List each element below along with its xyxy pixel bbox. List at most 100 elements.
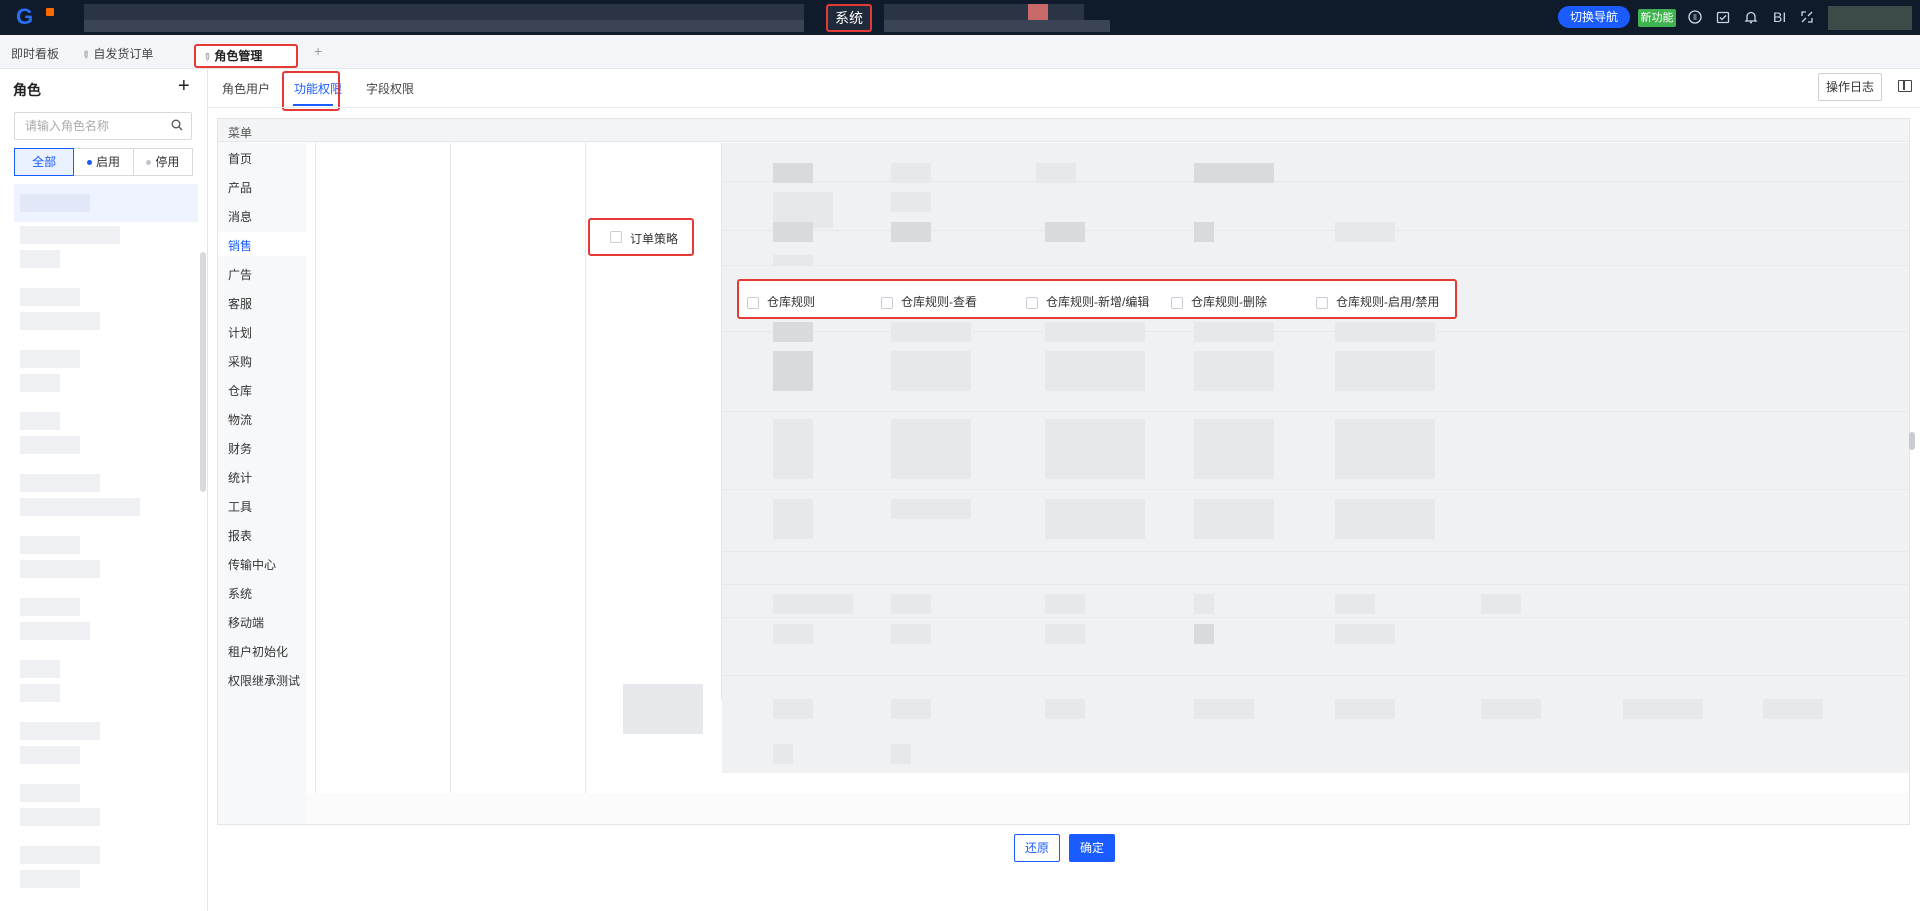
- menu-item[interactable]: 广告: [228, 266, 252, 283]
- add-tab-button[interactable]: +: [314, 43, 322, 59]
- warehouse-rules-edit-item[interactable]: 仓库规则-新增/编辑: [1026, 293, 1149, 310]
- fullscreen-icon[interactable]: [1799, 10, 1815, 26]
- warehouse-rules-edit-label: 仓库规则-新增/编辑: [1046, 295, 1150, 309]
- warehouse-rules-item[interactable]: 仓库规则: [747, 293, 815, 310]
- role-list-item[interactable]: [20, 250, 60, 268]
- checkbox[interactable]: [1026, 296, 1038, 309]
- permission-panel: 菜单 首页 产品 消息 销售 广告 客服 计划 采购 仓库 物流 财务 统计 工…: [217, 118, 1915, 825]
- warehouse-rules-toggle-item[interactable]: 仓库规则-启用/禁用: [1316, 293, 1439, 310]
- checkbox[interactable]: [1316, 296, 1328, 309]
- menu-item[interactable]: 首页: [228, 150, 252, 167]
- warehouse-rules-delete-item[interactable]: 仓库规则-删除: [1171, 293, 1267, 310]
- calendar-check-icon[interactable]: [1715, 10, 1731, 26]
- tab-field-permissions[interactable]: 字段权限: [366, 80, 414, 97]
- tab-role-users[interactable]: 角色用户: [222, 80, 270, 97]
- menu-item[interactable]: 物流: [228, 411, 252, 428]
- role-list-item[interactable]: [20, 660, 60, 678]
- menu-item[interactable]: 传输中心: [228, 556, 276, 573]
- role-list-item[interactable]: [20, 684, 60, 702]
- role-list-item[interactable]: [20, 374, 60, 392]
- row-divider: [722, 411, 1909, 412]
- role-list-item[interactable]: [20, 598, 80, 616]
- app-logo[interactable]: G: [16, 6, 58, 28]
- help-icon[interactable]: ll: [1687, 10, 1703, 26]
- page-tab-self-shipping[interactable]: ✎自发货订单: [78, 45, 153, 62]
- permission-scrollbar[interactable]: [1909, 432, 1915, 450]
- filter-enabled-button[interactable]: 启用: [73, 148, 134, 176]
- active-tab-underline: [293, 104, 333, 106]
- role-list-item[interactable]: [20, 746, 80, 764]
- filter-all-button[interactable]: 全部: [14, 148, 75, 176]
- order-strategy-permission[interactable]: 订单策略: [588, 218, 694, 256]
- warehouse-rules-view-item[interactable]: 仓库规则-查看: [881, 293, 977, 310]
- enabled-dot-icon: [86, 160, 92, 166]
- menu-item-active[interactable]: 销售: [228, 237, 252, 254]
- menu-item[interactable]: 财务: [228, 440, 252, 457]
- role-list-item[interactable]: [20, 784, 80, 802]
- obscured-cell: [891, 624, 931, 644]
- role-list-item[interactable]: [20, 350, 80, 368]
- role-list-item[interactable]: [20, 412, 60, 430]
- menu-item[interactable]: 租户初始化: [228, 643, 288, 660]
- role-list-item[interactable]: [20, 288, 80, 306]
- menu-item[interactable]: 采购: [228, 353, 252, 370]
- confirm-button[interactable]: 确定: [1069, 834, 1115, 862]
- role-list-item[interactable]: [20, 194, 90, 212]
- page-tab-role-management[interactable]: ✎角色管理: [194, 44, 298, 68]
- menu-item[interactable]: 客服: [228, 295, 252, 312]
- menu-item[interactable]: 移动端: [228, 614, 264, 631]
- obscured-cell: [1045, 499, 1145, 539]
- filter-disabled-button[interactable]: 停用: [132, 148, 193, 176]
- role-list-item[interactable]: [20, 808, 100, 826]
- role-list-item[interactable]: [20, 622, 90, 640]
- menu-item[interactable]: 统计: [228, 469, 252, 486]
- switch-nav-button[interactable]: 切换导航: [1558, 6, 1630, 28]
- menu-item[interactable]: 工具: [228, 498, 252, 515]
- role-search-input[interactable]: [15, 113, 165, 139]
- warehouse-rules-delete-label: 仓库规则-删除: [1191, 295, 1267, 309]
- checkbox[interactable]: [1171, 296, 1183, 309]
- top-nav-bar: G 系统 切换导航 新功能 ll BI: [0, 0, 1920, 35]
- row-divider: [722, 675, 1909, 676]
- role-list-item[interactable]: [20, 870, 80, 888]
- role-list-item[interactable]: [20, 536, 80, 554]
- checkbox[interactable]: [881, 296, 893, 309]
- nav-system-tab[interactable]: 系统: [826, 4, 872, 32]
- bell-icon[interactable]: [1743, 10, 1759, 26]
- role-list-item[interactable]: [20, 722, 100, 740]
- role-list-item[interactable]: [20, 436, 80, 454]
- bi-link[interactable]: BI: [1773, 9, 1786, 25]
- obscured-cell: [1045, 594, 1085, 614]
- new-feature-badge[interactable]: 新功能: [1638, 9, 1676, 27]
- menu-item[interactable]: 产品: [228, 179, 252, 196]
- menu-item[interactable]: 权限继承测试: [228, 672, 300, 689]
- operation-log-button[interactable]: 操作日志: [1818, 73, 1882, 101]
- search-icon[interactable]: [171, 119, 183, 131]
- role-list-item[interactable]: [20, 226, 120, 244]
- menu-item[interactable]: 报表: [228, 527, 252, 544]
- obscured-cell: [1335, 594, 1375, 614]
- obscured-cell: [1194, 163, 1274, 183]
- menu-item[interactable]: 系统: [228, 585, 252, 602]
- role-list-item[interactable]: [20, 846, 100, 864]
- menu-item[interactable]: 仓库: [228, 382, 252, 399]
- reset-button[interactable]: 还原: [1014, 834, 1060, 862]
- menu-item[interactable]: 消息: [228, 208, 252, 225]
- role-list-item[interactable]: [20, 498, 140, 516]
- menu-item[interactable]: 计划: [228, 324, 252, 341]
- page-tab-dashboard[interactable]: 即时看板: [11, 45, 59, 62]
- obscured-cell: [623, 684, 703, 734]
- user-avatar[interactable]: [1828, 6, 1912, 30]
- layout-toggle-icon[interactable]: [1898, 80, 1912, 92]
- add-role-button[interactable]: +: [178, 75, 190, 98]
- row-divider: [722, 551, 1909, 552]
- role-list-item[interactable]: [20, 312, 100, 330]
- role-list-item[interactable]: [20, 560, 100, 578]
- checkbox[interactable]: [747, 296, 759, 309]
- role-list-scrollbar[interactable]: [200, 252, 206, 492]
- order-strategy-checkbox[interactable]: [610, 231, 622, 243]
- role-list-item[interactable]: [20, 474, 100, 492]
- obscured-cell: [1763, 699, 1823, 719]
- menu-header-label: 菜单: [228, 126, 253, 140]
- obscured-cell: [1194, 624, 1214, 644]
